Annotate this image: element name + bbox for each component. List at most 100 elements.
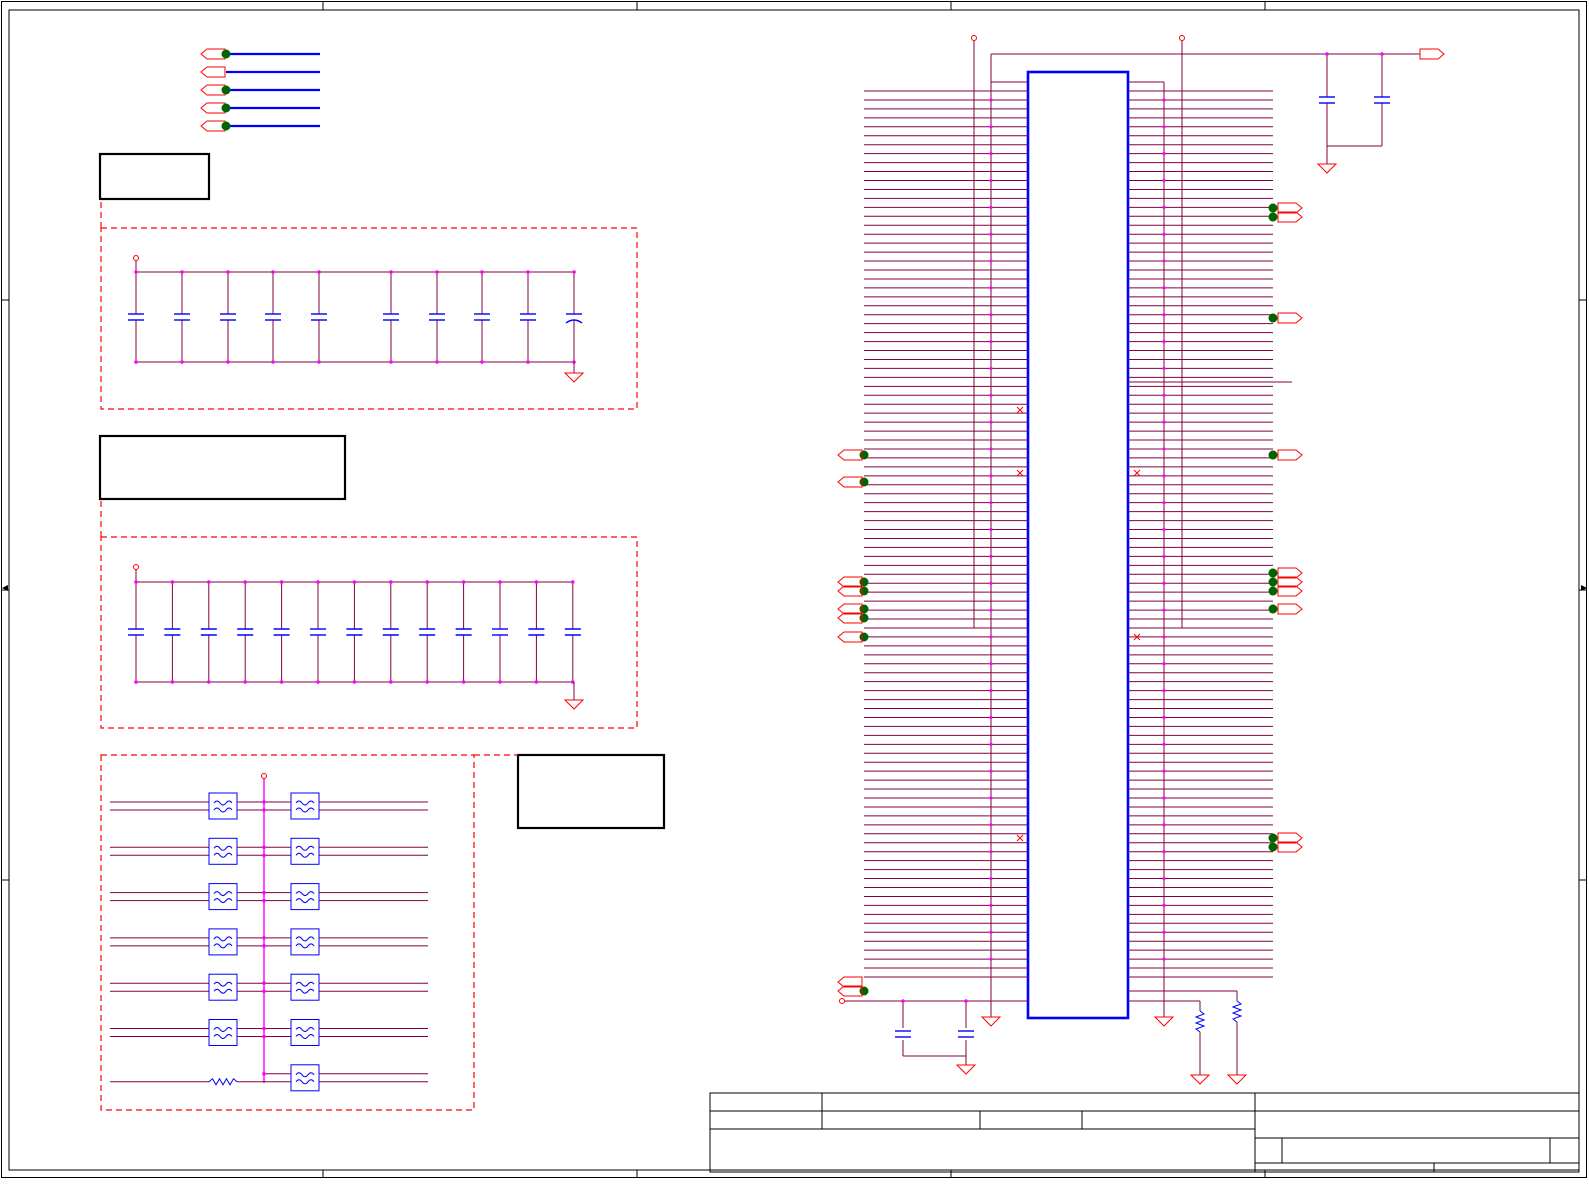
ground-icon [955,1064,977,1075]
off-page-connector-dot [1268,313,1278,323]
note-boxes [98,152,666,830]
junction-dot [989,850,993,854]
junction-dot [989,501,993,505]
junction-dot [989,447,993,451]
junction-dot [180,270,184,274]
junction-dot [352,680,357,684]
junction-dot [989,876,993,881]
capacitor-icon [455,582,472,682]
off-page-connector-dot [1268,568,1278,578]
junction-dot [262,936,266,940]
junction-dot [534,580,539,584]
off-page-connector-dot [859,577,869,587]
port-icon [200,66,226,78]
capacitor-icon [429,272,445,362]
filter-network-group [100,754,518,1111]
junction-dot [964,999,968,1003]
junction-dot [1162,903,1166,908]
junction-dot [1162,823,1166,827]
off-page-connector-dot [859,632,869,642]
port-icon [200,48,226,60]
port-icon [1277,449,1303,461]
resistor-zigzag [1194,1010,1206,1033]
sheet-frame [1,1,1587,1178]
capacitor-icon [895,1030,911,1038]
no-connect-icon [1016,406,1024,414]
ground-icon-shape [1226,1074,1248,1085]
junction-dot [1162,474,1166,478]
ferrite-bead-wave [213,845,233,858]
ferrite-bead-icon [290,973,320,1001]
ferrite-bead-wave [213,1027,233,1039]
junction-dot [1162,930,1166,934]
junction-dot [262,989,266,993]
capacitor-icon [383,272,399,362]
junction-dot [989,339,993,344]
ferrite-bead-body [290,792,320,820]
junction-dot [989,420,993,424]
resistor-zigzag [208,1077,238,1086]
junction-dot [226,360,230,364]
junction-dot [1162,447,1166,451]
junction-dot [989,581,993,585]
port-icon-shape [200,66,226,78]
no-connect-icon [1016,834,1024,842]
junction-dot [989,608,993,612]
port-icon [837,476,863,488]
ground-icon [1226,1074,1248,1085]
ferrite-bead-icon [290,928,320,956]
junction-dot [271,360,275,364]
port-icon [1419,48,1445,60]
junction-dot [989,527,993,532]
junction-dot [989,689,993,693]
ground-icon [980,1016,1002,1027]
port-icon-shape [200,84,226,96]
resistor-zigzag [1231,1000,1243,1023]
junction-dot [389,360,393,364]
port-icon [200,120,226,132]
ferrite-bead-wave [295,845,315,858]
capacitor-icon [528,582,545,682]
capacitor-icon [492,582,508,682]
off-page-connector-dot [221,103,231,113]
port-icon-shape [837,476,863,488]
junction-dot [262,853,266,858]
capacitor-icon [564,582,581,682]
resistor-icon [1194,1001,1206,1075]
off-page-connector-dot [859,613,869,623]
dashed-group-outline [100,536,638,729]
capacitor-icon [310,582,326,682]
junction-dot [1162,98,1166,102]
ferrite-bead-icon [208,928,238,956]
junction-dot [1162,715,1166,720]
ferrite-bead-icon [208,973,238,1001]
schematic-sheet [0,0,1589,1180]
off-page-connector-dot [221,49,231,59]
dashed-group-outline [100,227,638,410]
junction-dot [389,270,393,274]
ground-icon [563,699,585,710]
ferrite-bead-wave [295,891,315,904]
capacitor-icon [128,582,144,682]
ferrite-bead-icon [208,792,238,820]
off-page-connector-dot [1268,577,1278,587]
junction-dot [262,981,266,985]
capacitor-icon [128,272,144,362]
junction-dot [1162,420,1166,424]
ferrite-bead-body [290,837,320,865]
schematic-canvas [1,1,1587,1178]
junction-dot [262,845,266,850]
capacitor-icon [265,272,281,362]
junction-dot [989,957,993,961]
capacitor-icon [346,582,363,682]
ferrite-bead-wave [295,800,315,813]
junction-dot [480,270,484,274]
ground-icon-shape [1189,1074,1211,1085]
top-left-port-group [200,48,320,132]
ground-icon-shape [563,372,585,383]
junction-dot [1162,608,1166,612]
capacitor-icon [237,582,254,682]
ferrite-bead-wave [213,936,233,949]
port-icon-shape [200,48,226,60]
junction-dot [1162,501,1166,505]
